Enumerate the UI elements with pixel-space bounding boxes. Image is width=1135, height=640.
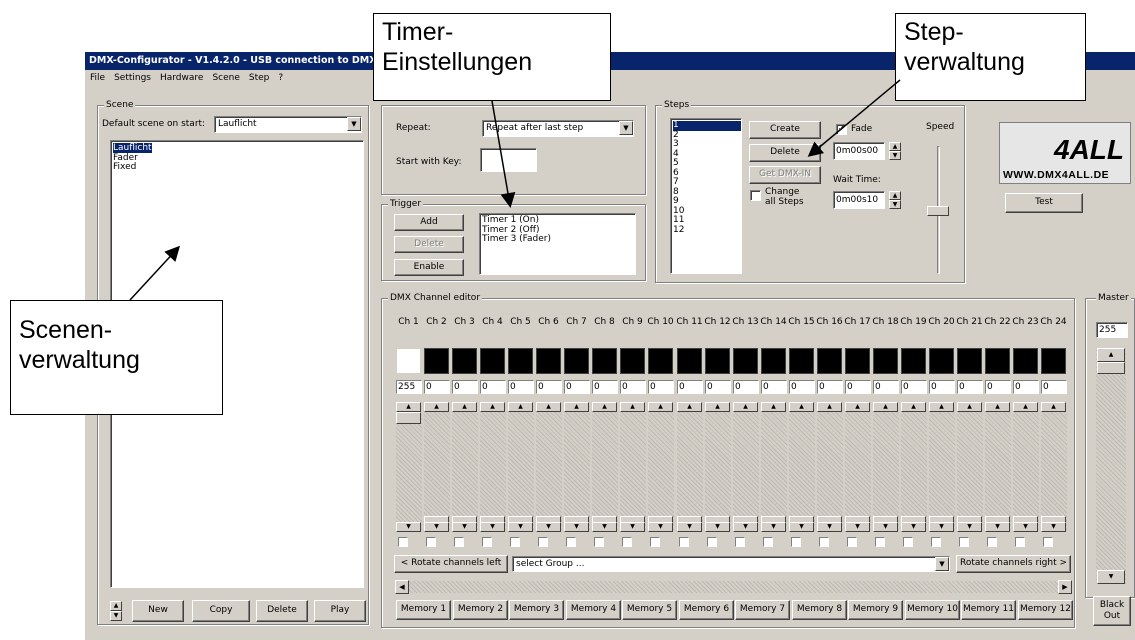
- arrow-scene: [129, 245, 181, 301]
- arrow-timer: [491, 100, 516, 208]
- callout-arrows: [129, 79, 901, 301]
- arrow-step: [807, 79, 901, 157]
